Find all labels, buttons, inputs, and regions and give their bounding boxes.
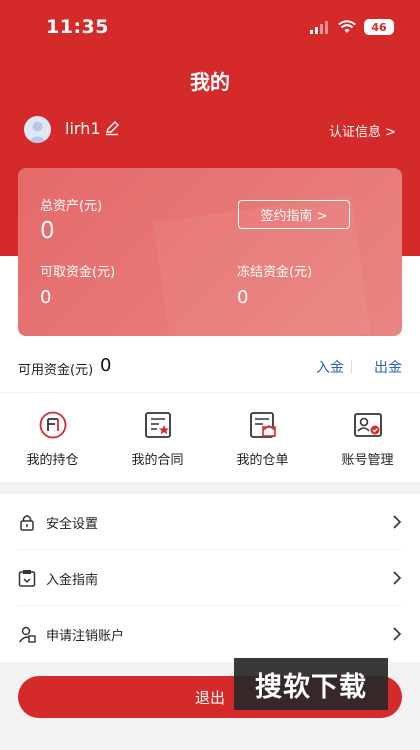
total-assets-value: 0: [40, 218, 55, 244]
divider: [0, 392, 420, 393]
chevron-right-icon: [393, 627, 402, 641]
total-assets-label: 总资产(元): [40, 199, 103, 214]
status-bar: 11:35 46: [0, 0, 420, 56]
wifi-icon: [338, 20, 356, 33]
menu-label: 安全设置: [46, 517, 99, 532]
edit-icon[interactable]: [104, 120, 120, 136]
position-icon: [39, 411, 66, 439]
status-time: 11:35: [46, 16, 109, 38]
certification-link[interactable]: 认证信息 >: [329, 121, 396, 140]
status-icons: 46: [310, 19, 394, 35]
available-funds-label: 可用资金(元): [18, 363, 94, 378]
grid-item-positions[interactable]: 我的持仓: [0, 410, 105, 470]
warehouse-receipt-icon: [249, 412, 276, 438]
divider: [351, 360, 352, 374]
lock-icon: [20, 515, 34, 531]
withdrawable-value: 0: [40, 287, 52, 308]
signing-guide-button[interactable]: 签约指南 >: [238, 200, 350, 229]
watermark: 搜软下载: [234, 658, 388, 710]
menu-label: 申请注销账户: [46, 629, 125, 644]
available-funds-row: 可用资金(元) 0 入金 出金: [18, 350, 402, 380]
cancel-account-icon: [18, 626, 36, 643]
menu-item-deposit-guide[interactable]: 入金指南: [18, 550, 402, 606]
deposit-link[interactable]: 入金: [316, 357, 344, 377]
chevron-right-icon: [393, 571, 402, 585]
asset-card: 总资产(元) 0 签约指南 > 可取资金(元) 0 冻结资金(元) 0: [18, 168, 402, 336]
grid-label: 账号管理: [341, 453, 394, 468]
grid-item-account-management[interactable]: 账号管理: [315, 410, 420, 470]
profile-row: lirh1 认证信息 >: [24, 114, 396, 144]
avatar[interactable]: [24, 116, 51, 143]
menu-label: 入金指南: [46, 573, 99, 588]
menu-item-cancel-account[interactable]: 申请注销账户: [18, 606, 402, 662]
grid-item-warehouse-receipts[interactable]: 我的仓单: [210, 410, 315, 470]
frozen-funds-label: 冻结资金(元): [237, 265, 313, 280]
menu-item-security[interactable]: 安全设置: [18, 494, 402, 550]
grid-label: 我的仓单: [236, 453, 289, 468]
grid-label: 我的合同: [131, 453, 184, 468]
chevron-right-icon: [393, 515, 402, 529]
signal-icon: [310, 21, 328, 34]
frozen-funds-value: 0: [237, 287, 249, 308]
battery-icon: 46: [364, 19, 394, 35]
grid-label: 我的持仓: [26, 453, 79, 468]
account-card-icon: [353, 413, 382, 437]
settings-menu: 安全设置 入金指南 申请注销账户: [0, 494, 420, 662]
page-title: 我的: [190, 70, 230, 94]
contract-icon: [144, 412, 171, 438]
available-funds-value: 0: [100, 355, 112, 376]
withdraw-link[interactable]: 出金: [374, 357, 402, 377]
deposit-guide-icon: [18, 570, 36, 587]
username: lirh1: [65, 119, 101, 138]
grid-item-contracts[interactable]: 我的合同: [105, 410, 210, 470]
withdrawable-label: 可取资金(元): [40, 265, 116, 280]
avatar-icon: [27, 121, 48, 143]
shortcut-grid: 我的持仓 我的合同 我的仓单 账号管理: [0, 410, 420, 470]
